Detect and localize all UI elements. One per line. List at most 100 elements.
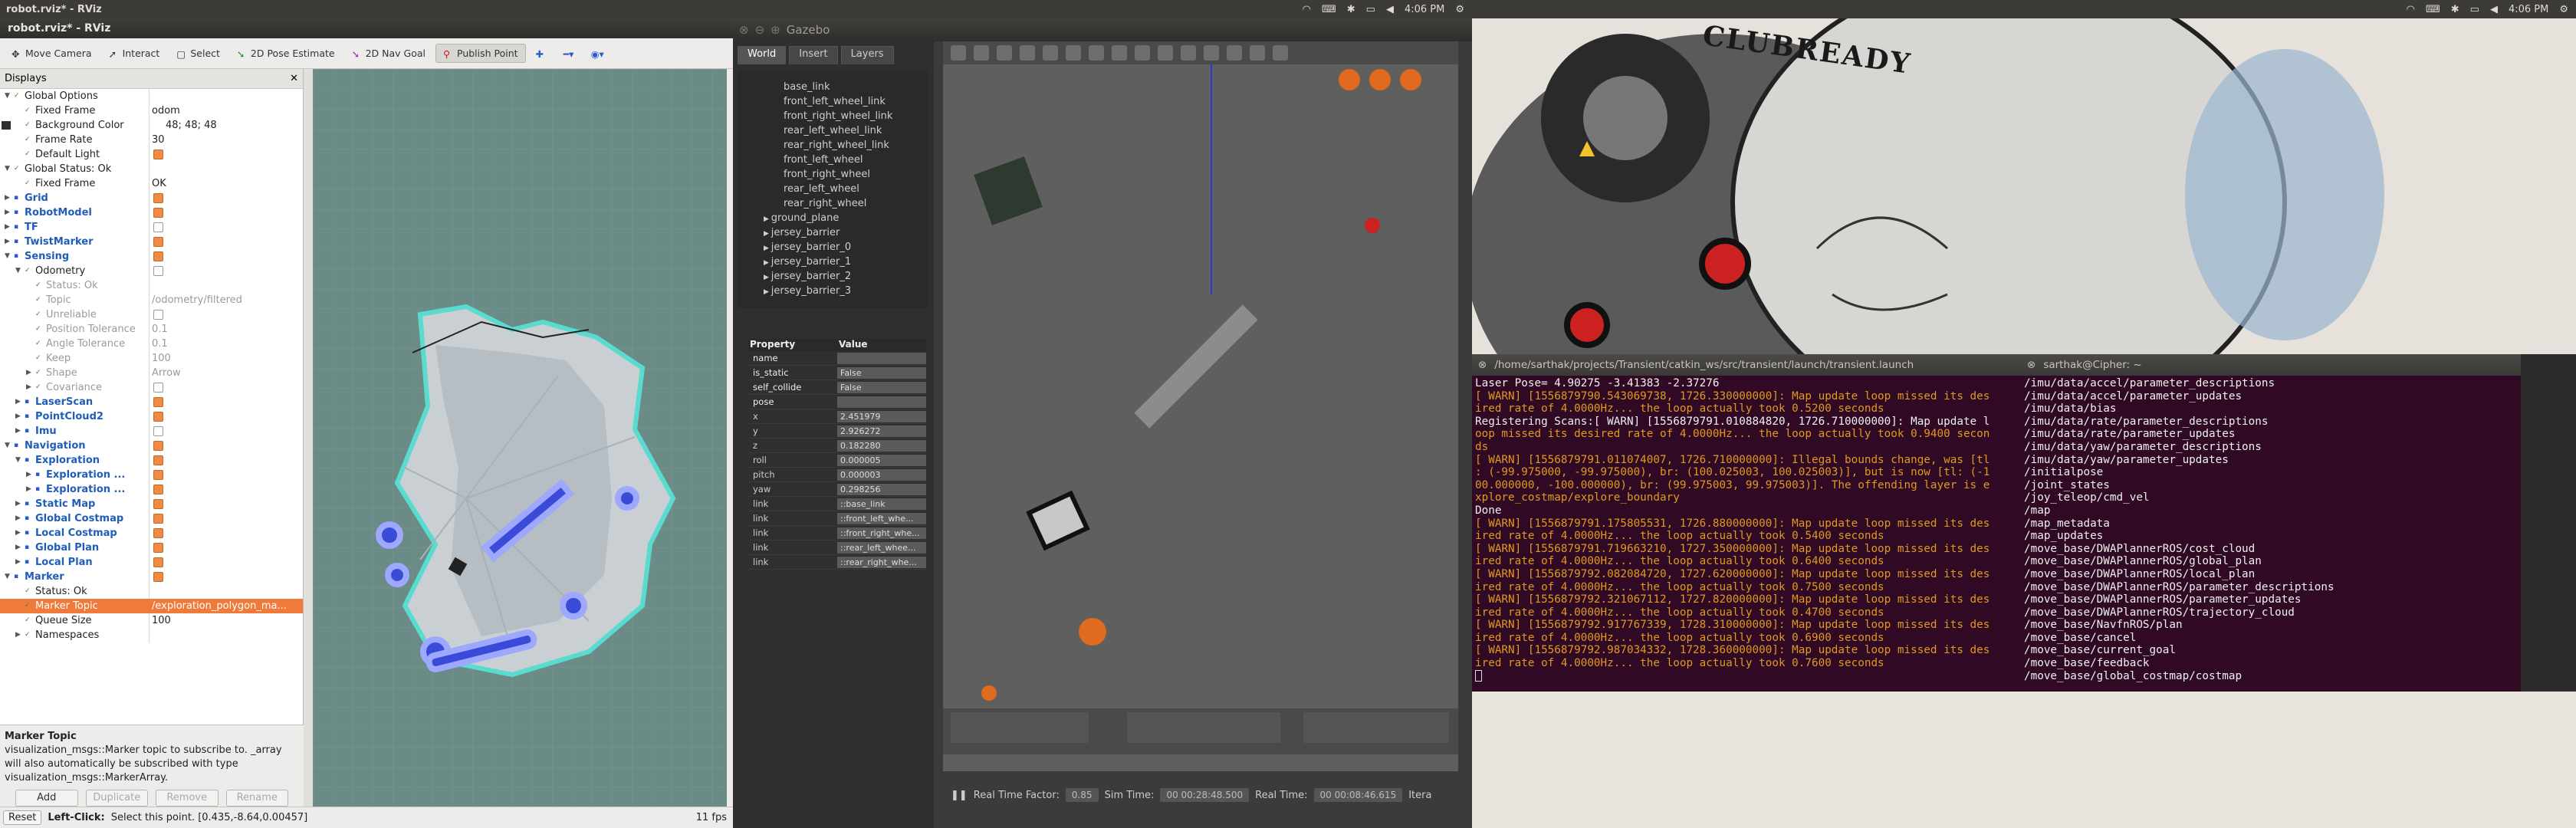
display-row[interactable]: ▶ Namespaces ✓ (0, 628, 303, 642)
display-row-value[interactable]: 100 (152, 351, 171, 366)
gazebo-3d-view[interactable] (943, 64, 1458, 771)
camera-menu-button[interactable]: ◉▾ (584, 45, 609, 62)
property-value[interactable]: False (837, 381, 926, 393)
battery-icon[interactable]: ▭ (2470, 4, 2479, 15)
redo-icon[interactable] (1066, 45, 1081, 61)
display-row-value[interactable]: 100 (152, 613, 171, 628)
display-row[interactable]: Position Tolerance ✓ 0.1 (0, 322, 303, 337)
enable-checkbox[interactable] (153, 528, 163, 538)
expand-right-icon[interactable]: ▶ (26, 482, 31, 497)
terminal-output[interactable]: Laser Pose= 4.90275 -3.41383 -2.37276[ W… (1472, 376, 2021, 682)
expand-right-icon[interactable]: ▶ (15, 628, 21, 642)
display-row[interactable]: ▼ Navigation ▪ (0, 439, 303, 453)
expand-right-icon[interactable]: ▶ (15, 540, 21, 555)
add-button[interactable]: Add (15, 790, 78, 807)
property-value[interactable]: ::base_link (837, 498, 926, 510)
expand-right-icon[interactable]: ▶ (15, 497, 21, 511)
world-tree-item[interactable]: rear_left_wheel_link (784, 123, 882, 138)
expand-right-icon[interactable]: ▶ (15, 395, 21, 409)
display-row-value[interactable]: Arrow (152, 366, 181, 380)
display-row[interactable]: ▶ Imu ▪ (0, 424, 303, 439)
close-icon[interactable]: ✕ (290, 73, 298, 84)
enable-checkbox[interactable] (153, 251, 163, 261)
enable-checkbox[interactable] (153, 310, 163, 320)
display-row-value[interactable]: /odometry/filtered (152, 293, 242, 307)
property-row[interactable]: z 0.182280 (748, 439, 926, 453)
nav-goal-tool[interactable]: ➘ 2D Nav Goal (345, 44, 432, 62)
world-tree-item[interactable]: ▶ jersey_barrier_1 (764, 255, 851, 269)
world-tree-item[interactable]: rear_right_wheel_link (784, 138, 889, 153)
publish-point-tool[interactable]: ⚲ Publish Point (435, 44, 526, 63)
enable-checkbox[interactable] (153, 557, 163, 567)
enable-checkbox[interactable] (153, 485, 163, 495)
expand-right-icon[interactable]: ▶ (26, 366, 31, 380)
light-icon[interactable] (1158, 45, 1173, 61)
enable-checkbox[interactable] (153, 441, 163, 451)
property-row[interactable]: link::base_link (748, 497, 926, 511)
enable-checkbox[interactable] (153, 237, 163, 247)
display-row[interactable]: ▼ Global Options ✓ (0, 89, 303, 104)
keyboard-icon[interactable]: ⌨ (2426, 4, 2440, 15)
display-row[interactable]: ▶ Exploration ... ▪ (0, 482, 303, 497)
display-row[interactable]: ▶ TwistMarker ▪ (0, 235, 303, 249)
enable-checkbox[interactable] (153, 383, 163, 393)
property-value[interactable]: ::front_right_whe... (837, 527, 926, 539)
align-icon[interactable] (1227, 45, 1242, 61)
enable-checkbox[interactable] (153, 470, 163, 480)
minimize-window-icon[interactable]: ⊖ (755, 23, 765, 37)
property-row[interactable]: pose (748, 395, 926, 409)
property-row[interactable]: x 2.451979 (748, 409, 926, 424)
property-row[interactable]: pitch 0.000003 (748, 468, 926, 482)
expand-down-icon[interactable]: ▼ (5, 570, 10, 584)
display-row[interactable]: ▶ PointCloud2 ▪ (0, 409, 303, 424)
terminal-output[interactable]: /imu/data/accel/parameter_descriptions/i… (2021, 376, 2521, 682)
property-value[interactable]: 2.926272 (837, 425, 926, 437)
display-row[interactable]: ▶ RobotModel ▪ (0, 205, 303, 220)
enable-checkbox[interactable] (153, 266, 163, 276)
property-row[interactable]: link::rear_left_whee... (748, 540, 926, 555)
expand-right-icon[interactable]: ▶ (15, 409, 21, 424)
enable-checkbox[interactable] (153, 208, 163, 218)
select-mode-icon[interactable] (951, 45, 966, 61)
property-row[interactable]: name (748, 351, 926, 366)
world-tree-item[interactable]: front_left_wheel (784, 153, 863, 167)
expand-right-icon[interactable]: ▶ (764, 288, 771, 296)
display-row[interactable]: Angle Tolerance ✓ 0.1 (0, 337, 303, 351)
display-row[interactable]: Fixed Frame ✓ OK (0, 176, 303, 191)
property-value[interactable]: ::rear_right_whe... (837, 556, 926, 568)
display-row[interactable]: Topic ✓ /odometry/filtered (0, 293, 303, 307)
display-row[interactable]: Keep ✓ 100 (0, 351, 303, 366)
expand-right-icon[interactable]: ▶ (15, 424, 21, 439)
display-row[interactable]: Default Light ✓ (0, 147, 303, 162)
property-value[interactable] (837, 396, 926, 408)
property-row[interactable]: link::front_right_whe... (748, 526, 926, 540)
display-row-value[interactable]: 30 (152, 133, 165, 147)
property-row[interactable]: roll 0.000005 (748, 453, 926, 468)
terminal-titlebar[interactable]: ⊗ sarthak@Cipher: ~ (2021, 354, 2521, 376)
duplicate-button[interactable]: Duplicate (85, 790, 148, 807)
close-window-icon[interactable]: ⊗ (1478, 359, 1487, 372)
rviz-3d-view[interactable] (313, 69, 727, 823)
display-row[interactable]: ▶ TF ▪ (0, 220, 303, 235)
property-value[interactable]: 0.000005 (837, 454, 926, 466)
maximize-window-icon[interactable]: ⊕ (770, 23, 780, 37)
display-row[interactable]: ▶ Global Plan ▪ (0, 540, 303, 555)
bluetooth-icon[interactable]: ✱ (2451, 4, 2459, 15)
display-row[interactable]: Marker Topic ✓ /exploration_polygon_ma... (0, 599, 303, 613)
expand-right-icon[interactable]: ▶ (5, 220, 10, 235)
expand-down-icon[interactable]: ▼ (5, 249, 10, 264)
world-tree-item[interactable]: ▶ ground_plane (764, 211, 839, 225)
expand-right-icon[interactable]: ▶ (764, 215, 771, 223)
property-value[interactable]: ::rear_left_whee... (837, 541, 926, 554)
clock[interactable]: 4:06 PM (2509, 4, 2548, 15)
display-row[interactable]: ▶ Static Map ▪ (0, 497, 303, 511)
display-row[interactable]: ▶ LaserScan ▪ (0, 395, 303, 409)
display-row[interactable]: Status: Ok ✓ (0, 584, 303, 599)
world-tree-item[interactable]: front_right_wheel_link (784, 109, 892, 123)
interact-tool[interactable]: ➚ Interact (102, 44, 167, 62)
world-tree-item[interactable]: base_link (784, 80, 830, 94)
enable-checkbox[interactable] (153, 572, 163, 582)
close-window-icon[interactable]: ⊗ (739, 23, 749, 37)
world-tree-item[interactable]: ▶ jersey_barrier_0 (764, 240, 851, 255)
display-row[interactable]: ▶ Grid ▪ (0, 191, 303, 205)
